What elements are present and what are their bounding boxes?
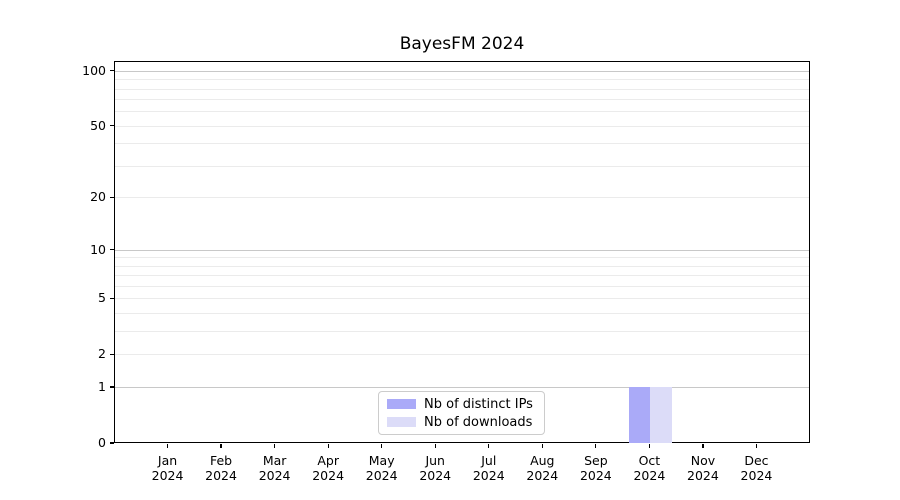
y-tick-mark [110, 249, 114, 250]
x-tick-mark [702, 444, 703, 448]
y-tick-label: 20 [60, 190, 106, 204]
gridline-major [115, 250, 809, 251]
x-tick-label: Dec2024 [726, 453, 786, 483]
x-tick-label: May2024 [352, 453, 412, 483]
y-tick-mark [110, 386, 114, 387]
x-tick-label: Aug2024 [512, 453, 572, 483]
x-tick-label: Apr2024 [298, 453, 358, 483]
x-tick-mark [167, 444, 168, 448]
gridline-minor [115, 99, 809, 100]
gridline-minor [115, 266, 809, 267]
x-tick-mark [435, 444, 436, 448]
y-tick-mark [110, 70, 114, 71]
x-tick-mark [220, 444, 221, 448]
x-tick-mark [595, 444, 596, 448]
legend-label-distinct-ips: Nb of distinct IPs [424, 397, 533, 412]
gridline-minor [115, 298, 809, 299]
gridline-minor [115, 89, 809, 90]
x-tick-mark [381, 444, 382, 448]
legend-swatch-downloads [387, 417, 416, 427]
y-tick-label: 1 [60, 380, 106, 394]
gridline-minor [115, 313, 809, 314]
x-tick-label: Oct2024 [619, 453, 679, 483]
x-tick-label: Jan2024 [138, 453, 198, 483]
x-tick-label: Sep2024 [566, 453, 626, 483]
x-tick-label: Mar2024 [245, 453, 305, 483]
gridline-minor [115, 143, 809, 144]
legend-label-downloads: Nb of downloads [424, 415, 532, 430]
x-tick-mark [274, 444, 275, 448]
y-tick-label: 2 [60, 347, 106, 361]
y-tick-label: 100 [60, 64, 106, 78]
bar-distinct-ips [629, 387, 650, 443]
legend-item-downloads: Nb of downloads [387, 415, 536, 430]
gridline-minor [115, 286, 809, 287]
gridline-minor [115, 275, 809, 276]
x-tick-label: Feb2024 [191, 453, 251, 483]
x-tick-mark [756, 444, 757, 448]
gridline-minor [115, 79, 809, 80]
gridline-minor [115, 257, 809, 258]
legend-item-distinct-ips: Nb of distinct IPs [387, 397, 536, 412]
x-tick-label: Jun2024 [405, 453, 465, 483]
download-stats-chart: BayesFM 2024 Nb of distinct IPs Nb of do… [0, 0, 900, 500]
plot-area [114, 61, 810, 443]
y-tick-label: 50 [60, 119, 106, 133]
gridline-minor [115, 197, 809, 198]
x-tick-mark [328, 444, 329, 448]
y-tick-mark [110, 442, 114, 443]
chart-title: BayesFM 2024 [114, 33, 810, 55]
gridline-minor [115, 331, 809, 332]
legend-swatch-distinct-ips [387, 399, 416, 409]
gridline-minor [115, 111, 809, 112]
gridline-minor [115, 126, 809, 127]
y-tick-label: 0 [60, 436, 106, 450]
y-tick-mark [110, 354, 114, 355]
x-tick-mark [649, 444, 650, 448]
bar-downloads [650, 387, 671, 443]
gridline-minor [115, 166, 809, 167]
y-tick-mark [110, 197, 114, 198]
gridline-major [115, 387, 809, 388]
y-tick-mark [110, 125, 114, 126]
gridline-major [115, 71, 809, 72]
x-tick-mark [542, 444, 543, 448]
x-tick-label: Jul2024 [459, 453, 519, 483]
gridline-minor [115, 354, 809, 355]
legend: Nb of distinct IPs Nb of downloads [378, 391, 545, 435]
y-tick-label: 10 [60, 243, 106, 257]
y-tick-mark [110, 298, 114, 299]
x-tick-label: Nov2024 [673, 453, 733, 483]
y-tick-label: 5 [60, 291, 106, 305]
x-tick-mark [488, 444, 489, 448]
